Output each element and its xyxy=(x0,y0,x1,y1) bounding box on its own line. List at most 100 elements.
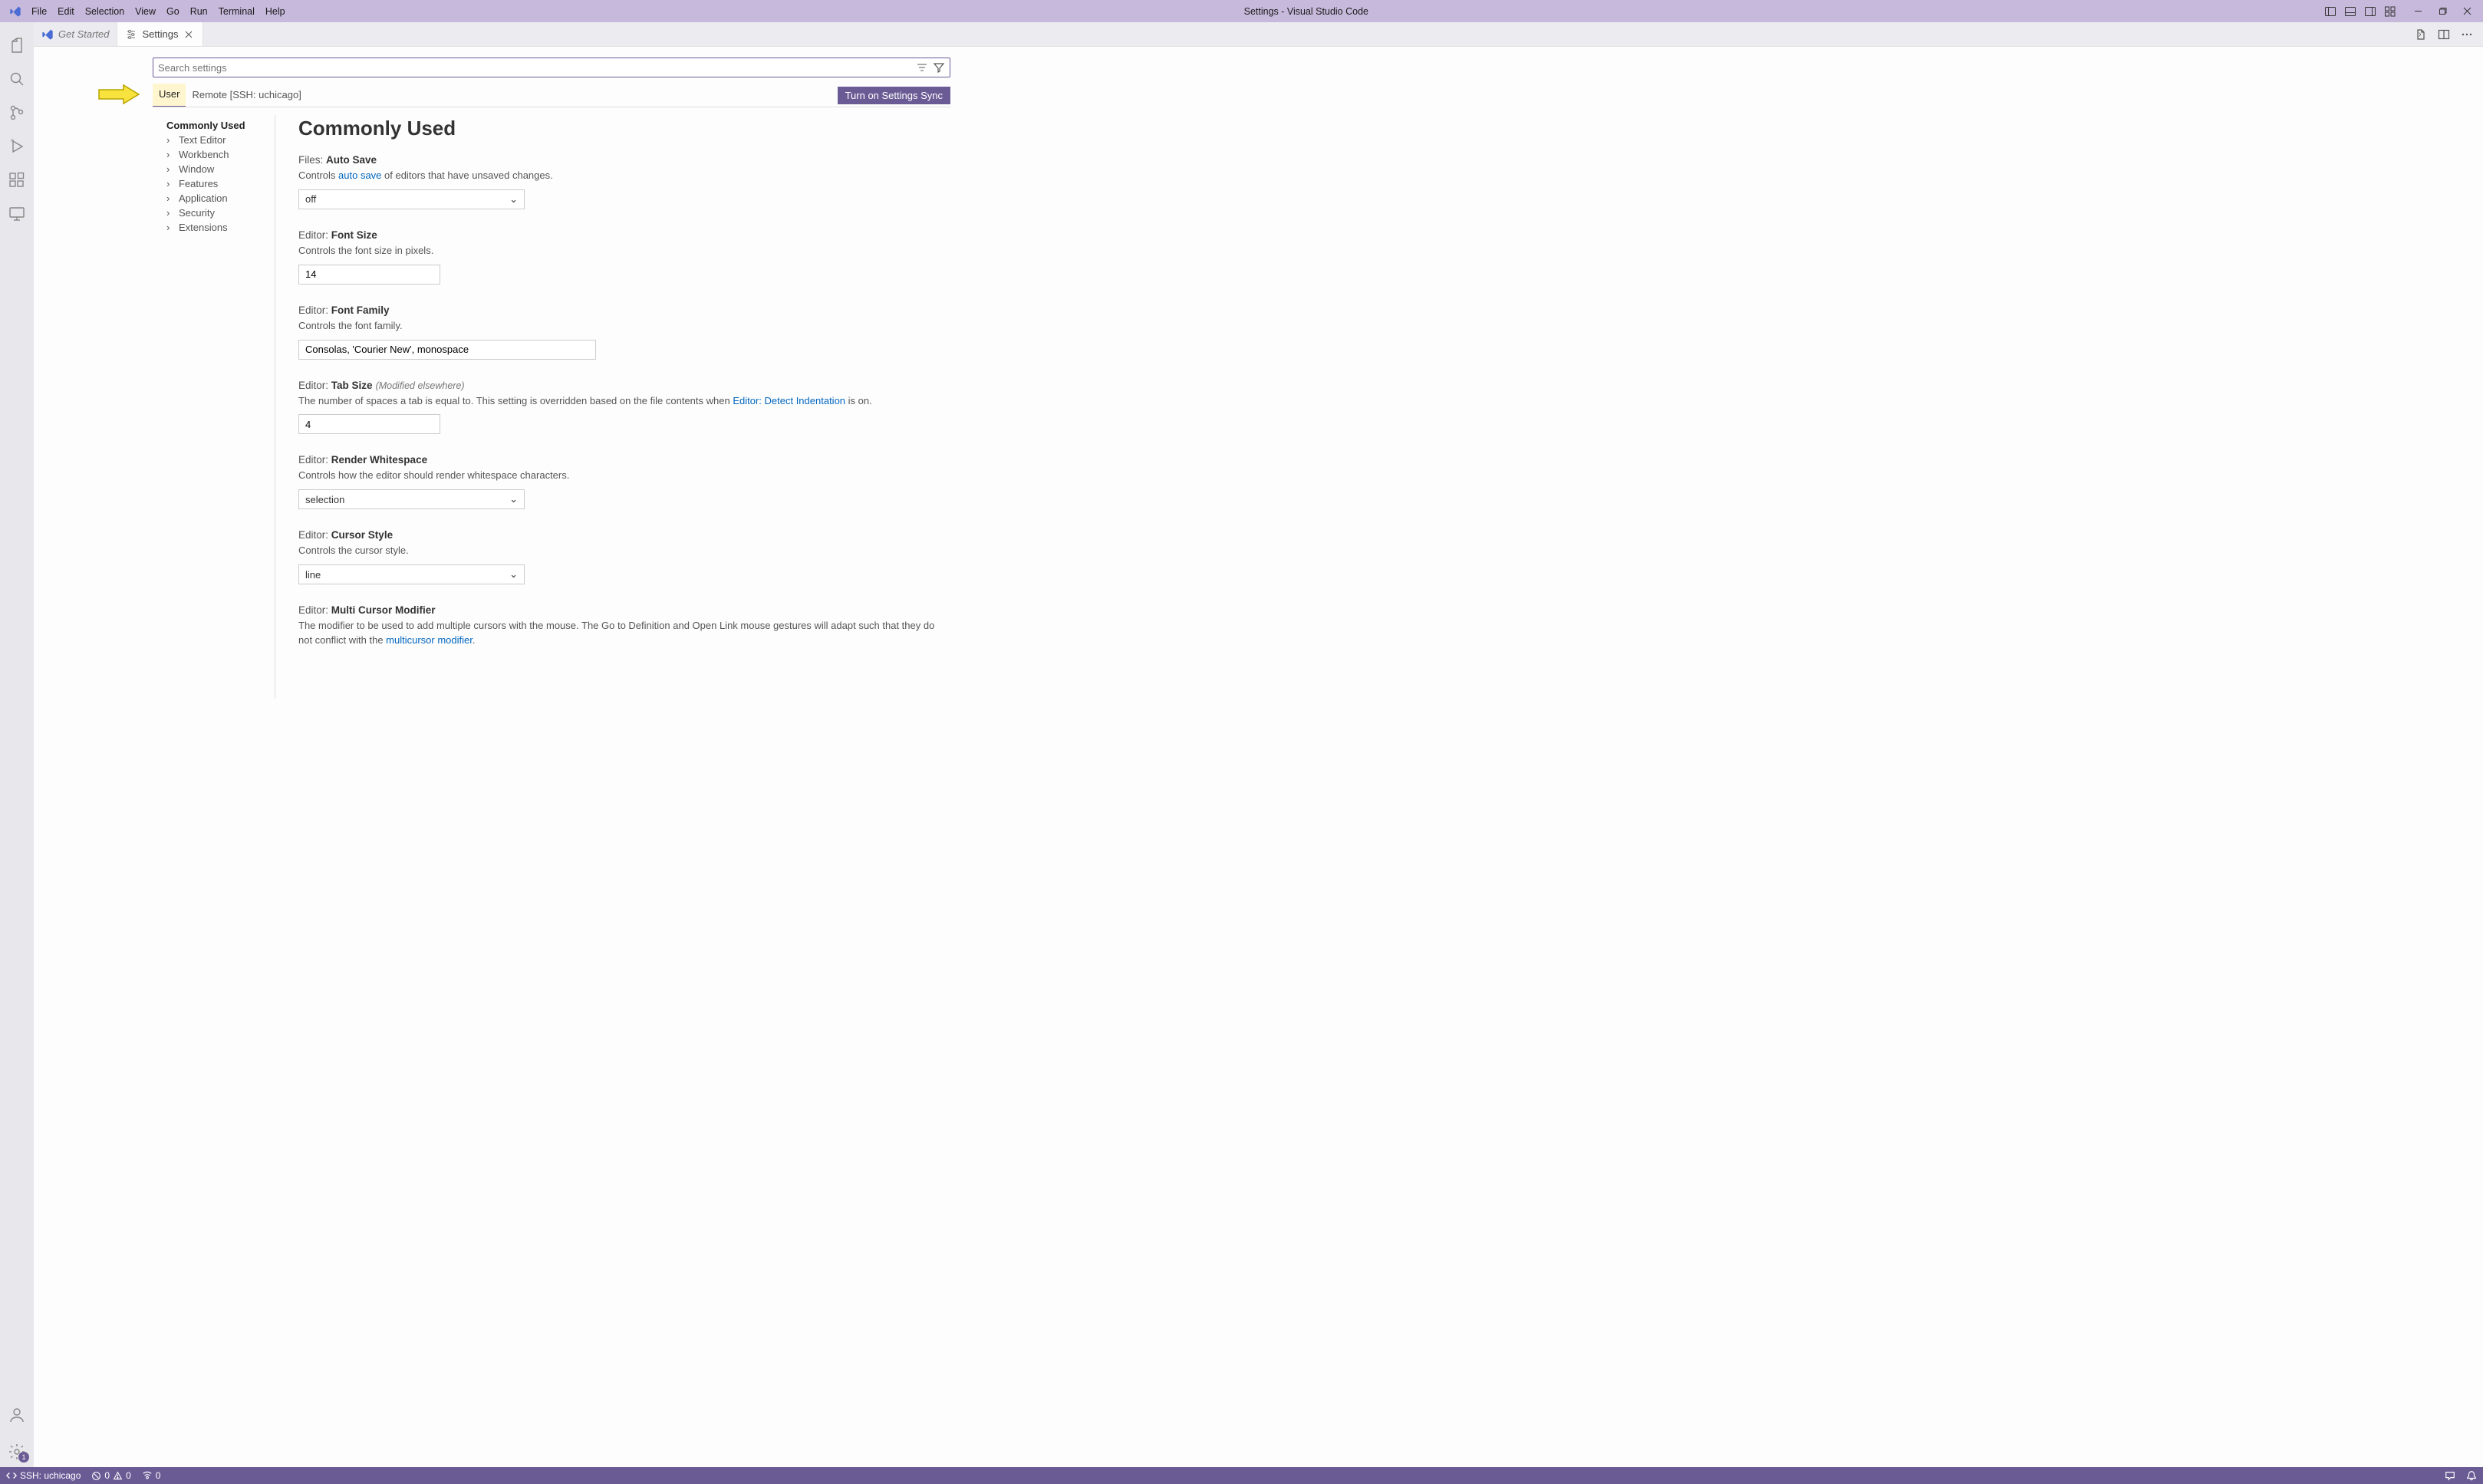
chevron-right-icon: › xyxy=(166,192,176,204)
problems-indicator[interactable]: 0 0 xyxy=(91,1470,130,1481)
remote-label: SSH: uchicago xyxy=(20,1470,81,1481)
settings-sync-button[interactable]: Turn on Settings Sync xyxy=(838,87,950,104)
manage-badge: 1 xyxy=(18,1452,29,1463)
toc-label: Security xyxy=(179,207,215,219)
toc-label: Features xyxy=(179,178,218,189)
settings-tab-icon xyxy=(125,28,137,41)
chevron-right-icon: › xyxy=(166,149,176,160)
tab-size-input[interactable] xyxy=(298,414,440,434)
remote-explorer-icon[interactable] xyxy=(0,197,34,231)
scope-remote[interactable]: Remote [SSH: uchicago] xyxy=(186,84,307,107)
settings-heading: Commonly Used xyxy=(298,117,950,140)
minimize-button[interactable] xyxy=(2406,2,2429,21)
maximize-button[interactable] xyxy=(2431,2,2454,21)
setting-render-whitespace: Editor: Render Whitespace Controls how t… xyxy=(298,454,935,509)
toc-label: Application xyxy=(179,192,228,204)
accounts-icon[interactable] xyxy=(0,1398,34,1432)
toc-security[interactable]: ›Security xyxy=(166,206,275,220)
layout-controls xyxy=(2322,3,2399,20)
activity-bar: 1 xyxy=(0,22,34,1467)
desc-text: of editors that have unsaved changes. xyxy=(381,169,552,181)
font-family-input[interactable] xyxy=(298,340,596,360)
toc-label: Text Editor xyxy=(179,134,226,146)
run-debug-icon[interactable] xyxy=(0,130,34,163)
select-value: off xyxy=(305,193,316,205)
filter-icon[interactable] xyxy=(933,61,945,74)
extensions-icon[interactable] xyxy=(0,163,34,197)
settings-search[interactable] xyxy=(153,58,950,77)
setting-description: Controls the cursor style. xyxy=(298,544,935,558)
settings-list: Commonly Used Files: Auto Save Controls … xyxy=(275,115,950,699)
settings-scope-tabs: User Remote [SSH: uchicago] Turn on Sett… xyxy=(153,84,950,107)
auto-save-select[interactable]: off ⌄ xyxy=(298,189,525,209)
setting-font-size: Editor: Font Size Controls the font size… xyxy=(298,229,935,285)
setting-multi-cursor-modifier: Editor: Multi Cursor Modifier The modifi… xyxy=(298,604,935,648)
toc-label: Extensions xyxy=(179,222,228,233)
tab-label: Get Started xyxy=(58,28,109,40)
notifications-icon[interactable] xyxy=(2466,1470,2477,1481)
toc-workbench[interactable]: ›Workbench xyxy=(166,147,275,162)
search-icon[interactable] xyxy=(0,62,34,96)
setting-description: The number of spaces a tab is equal to. … xyxy=(298,394,935,409)
open-settings-json-icon[interactable] xyxy=(2412,26,2429,43)
chevron-right-icon: › xyxy=(166,134,176,146)
setting-prefix: Files: xyxy=(298,154,323,166)
toc-features[interactable]: ›Features xyxy=(166,176,275,191)
toc-text-editor[interactable]: ›Text Editor xyxy=(166,133,275,147)
feedback-icon[interactable] xyxy=(2445,1470,2455,1481)
scope-user[interactable]: User xyxy=(153,84,186,107)
customize-layout-icon[interactable] xyxy=(2382,3,2399,20)
link-auto-save[interactable]: auto save xyxy=(338,169,381,181)
toc-application[interactable]: ›Application xyxy=(166,191,275,206)
toc-extensions[interactable]: ›Extensions xyxy=(166,220,275,235)
menu-selection[interactable]: Selection xyxy=(80,3,130,20)
menu-file[interactable]: File xyxy=(26,3,52,20)
font-size-input[interactable] xyxy=(298,265,440,285)
ports-indicator[interactable]: 0 xyxy=(142,1470,161,1481)
toggle-primary-sidebar-icon[interactable] xyxy=(2322,3,2339,20)
chevron-down-icon: ⌄ xyxy=(509,568,518,581)
tab-get-started[interactable]: Get Started xyxy=(34,22,117,46)
toc-window[interactable]: ›Window xyxy=(166,162,275,176)
remote-indicator[interactable]: SSH: uchicago xyxy=(6,1470,81,1481)
toggle-secondary-sidebar-icon[interactable] xyxy=(2362,3,2379,20)
setting-prefix: Editor: xyxy=(298,229,328,241)
menu-run[interactable]: Run xyxy=(185,3,213,20)
setting-description: The modifier to be used to add multiple … xyxy=(298,619,935,648)
setting-name: Render Whitespace xyxy=(331,454,427,466)
search-input[interactable] xyxy=(158,62,916,74)
tab-settings[interactable]: Settings xyxy=(117,22,203,46)
menu-terminal[interactable]: Terminal xyxy=(213,3,260,20)
toc-commonly-used[interactable]: Commonly Used xyxy=(166,118,275,133)
split-editor-icon[interactable] xyxy=(2435,26,2452,43)
explorer-icon[interactable] xyxy=(0,28,34,62)
setting-cursor-style: Editor: Cursor Style Controls the cursor… xyxy=(298,529,935,584)
close-icon[interactable] xyxy=(183,28,195,41)
cursor-style-select[interactable]: line⌄ xyxy=(298,564,525,584)
chevron-right-icon: › xyxy=(166,163,176,175)
menu-view[interactable]: View xyxy=(130,3,161,20)
menu-help[interactable]: Help xyxy=(260,3,291,20)
chevron-right-icon: › xyxy=(166,222,176,233)
annotation-arrow-icon xyxy=(97,84,140,105)
close-button[interactable] xyxy=(2455,2,2478,21)
setting-prefix: Editor: xyxy=(298,604,328,616)
manage-icon[interactable]: 1 xyxy=(0,1436,34,1467)
setting-description: Controls the font family. xyxy=(298,319,935,334)
more-actions-icon[interactable] xyxy=(2458,26,2475,43)
clear-search-icon[interactable] xyxy=(916,61,928,74)
source-control-icon[interactable] xyxy=(0,96,34,130)
link-multicursor-modifier[interactable]: multicursor modifier xyxy=(386,634,473,646)
setting-prefix: Editor: xyxy=(298,454,328,466)
render-whitespace-select[interactable]: selection⌄ xyxy=(298,489,525,509)
link-detect-indentation[interactable]: Editor: Detect Indentation xyxy=(733,395,845,406)
setting-name: Font Size xyxy=(331,229,377,241)
toggle-panel-icon[interactable] xyxy=(2342,3,2359,20)
toc-label: Window xyxy=(179,163,214,175)
menu-go[interactable]: Go xyxy=(161,3,185,20)
tab-actions xyxy=(2412,22,2483,46)
chevron-down-icon: ⌄ xyxy=(509,193,518,206)
menu-edit[interactable]: Edit xyxy=(52,3,80,20)
setting-prefix: Editor: xyxy=(298,529,328,541)
chevron-down-icon: ⌄ xyxy=(509,493,518,505)
